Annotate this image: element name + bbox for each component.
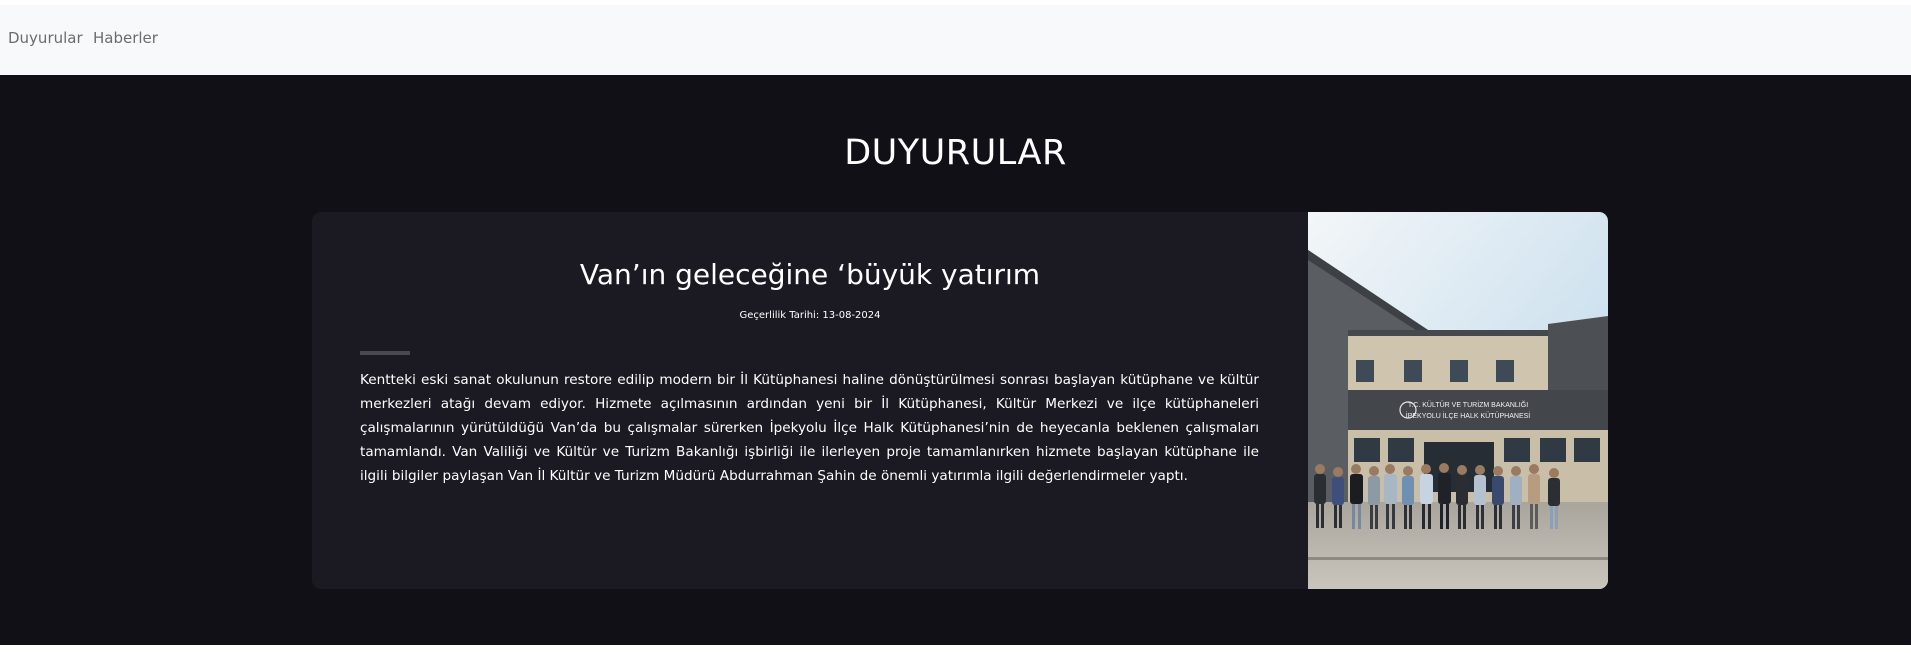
nav-link-haberler[interactable]: Haberler [93,29,158,47]
sign-text-line1: T.C. KÜLTÜR VE TURİZM BAKANLIĞI [1408,400,1528,409]
announcements-section: DUYURULAR Van’ın geleceğine ‘büyük yatır… [0,75,1911,645]
nav-link-duyurular[interactable]: Duyurular [8,29,83,47]
section-title: DUYURULAR [844,133,1067,173]
card-date: Geçerlilik Tarihi: 13-08-2024 [739,310,881,321]
card-photo[interactable]: T.C. KÜLTÜR VE TURİZM BAKANLIĞI İPEKYOLU… [1308,212,1608,589]
library-building-photo: T.C. KÜLTÜR VE TURİZM BAKANLIĞI İPEKYOLU… [1308,212,1608,589]
announcement-card[interactable]: Van’ın geleceğine ‘büyük yatırım Geçerli… [312,212,1608,589]
sign-text-line2: İPEKYOLU İLÇE HALK KÜTÜPHANESİ [1406,411,1531,420]
card-body: Kentteki eski sanat okulunun restore edi… [360,372,1259,484]
card-title[interactable]: Van’ın geleceğine ‘büyük yatırım [312,258,1308,291]
card-divider [360,351,410,355]
card-text-panel: Van’ın geleceğine ‘büyük yatırım Geçerli… [312,212,1308,589]
top-navbar: Duyurular Haberler [0,5,1911,75]
